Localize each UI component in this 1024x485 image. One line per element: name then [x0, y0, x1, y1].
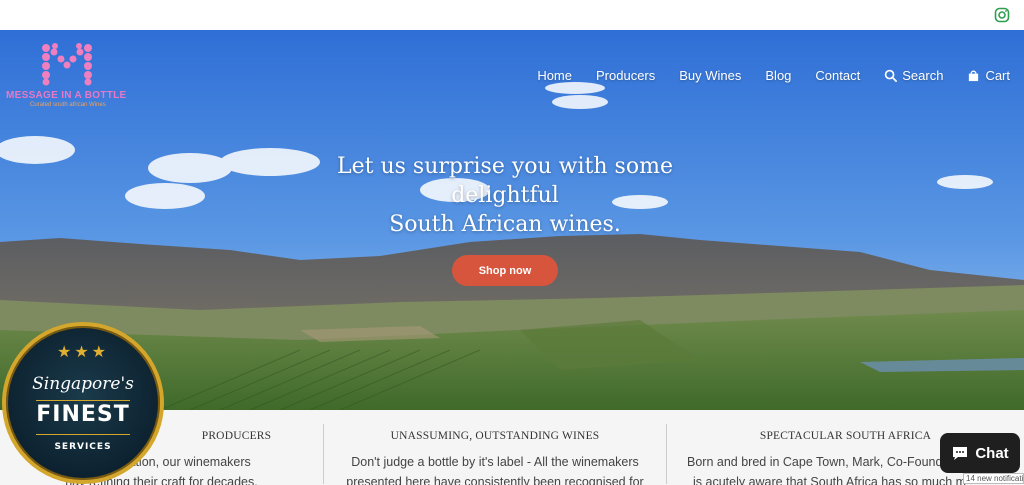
nav-producers[interactable]: Producers — [596, 68, 655, 83]
top-bar — [0, 0, 1024, 30]
brand-tagline: Curated south african Wines — [30, 102, 106, 108]
chat-bubble-icon — [953, 447, 968, 460]
nav-cart-label: Cart — [985, 68, 1010, 83]
hero-headline-line-2: delightful — [451, 183, 559, 208]
badge-divider — [36, 400, 130, 401]
nav-contact[interactable]: Contact — [815, 68, 860, 83]
star-icons: ★★★ — [56, 344, 110, 361]
search-icon — [884, 69, 898, 82]
notification-toast[interactable]: 14 new notificati — [963, 473, 1024, 484]
hero-headline-line-1: Let us surprise you with some — [337, 154, 673, 179]
feature-text-line-1: Don't judge a bottle by it's label - All… — [351, 455, 639, 469]
nav-blog[interactable]: Blog — [765, 68, 791, 83]
brand-logo[interactable]: MESSAGE IN A BOTTLE Curated south africa… — [4, 40, 132, 112]
hero-headline-line-3: South African wines. — [389, 212, 621, 237]
main-navigation: Home Producers Buy Wines Blog Contact Se… — [537, 68, 1010, 83]
instagram-icon[interactable] — [994, 7, 1010, 23]
feature-unassuming-wines: UNASSUMING, OUTSTANDING WINES Don't judg… — [324, 410, 666, 485]
shop-now-button[interactable]: Shop now — [452, 255, 558, 286]
nav-contact-label: Contact — [815, 68, 861, 83]
feature-title: UNASSUMING, OUTSTANDING WINES — [390, 430, 600, 442]
badge-line-1: Singapore's — [32, 374, 134, 394]
nav-buy-wines-label: Buy Wines — [679, 68, 742, 83]
badge-line-2: FINEST — [36, 402, 130, 427]
bag-icon — [969, 70, 979, 82]
brand-name: MESSAGE IN A BOTTLE — [6, 90, 127, 101]
singapores-finest-badge[interactable]: ★★★ Singapore's FINEST SERVICES — [2, 322, 164, 484]
badge-divider — [36, 434, 130, 435]
feature-text-line-2: presented here have consistently been re… — [346, 475, 644, 485]
nav-home[interactable]: Home — [537, 68, 572, 83]
logo-monogram — [42, 43, 92, 86]
nav-search[interactable]: Search — [884, 68, 943, 83]
hero-headline: Let us surprise you with some delightful… — [305, 152, 705, 239]
nav-search-label: Search — [902, 68, 944, 83]
nav-home-label: Home — [537, 68, 572, 83]
nav-blog-label: Blog — [765, 68, 792, 83]
badge-line-3: SERVICES — [54, 442, 112, 452]
nav-producers-label: Producers — [596, 68, 656, 83]
nav-cart[interactable]: Cart — [967, 68, 1010, 83]
nav-buy-wines[interactable]: Buy Wines — [679, 68, 741, 83]
chat-label: Chat — [975, 444, 1009, 462]
chat-button[interactable]: Chat — [940, 433, 1020, 473]
